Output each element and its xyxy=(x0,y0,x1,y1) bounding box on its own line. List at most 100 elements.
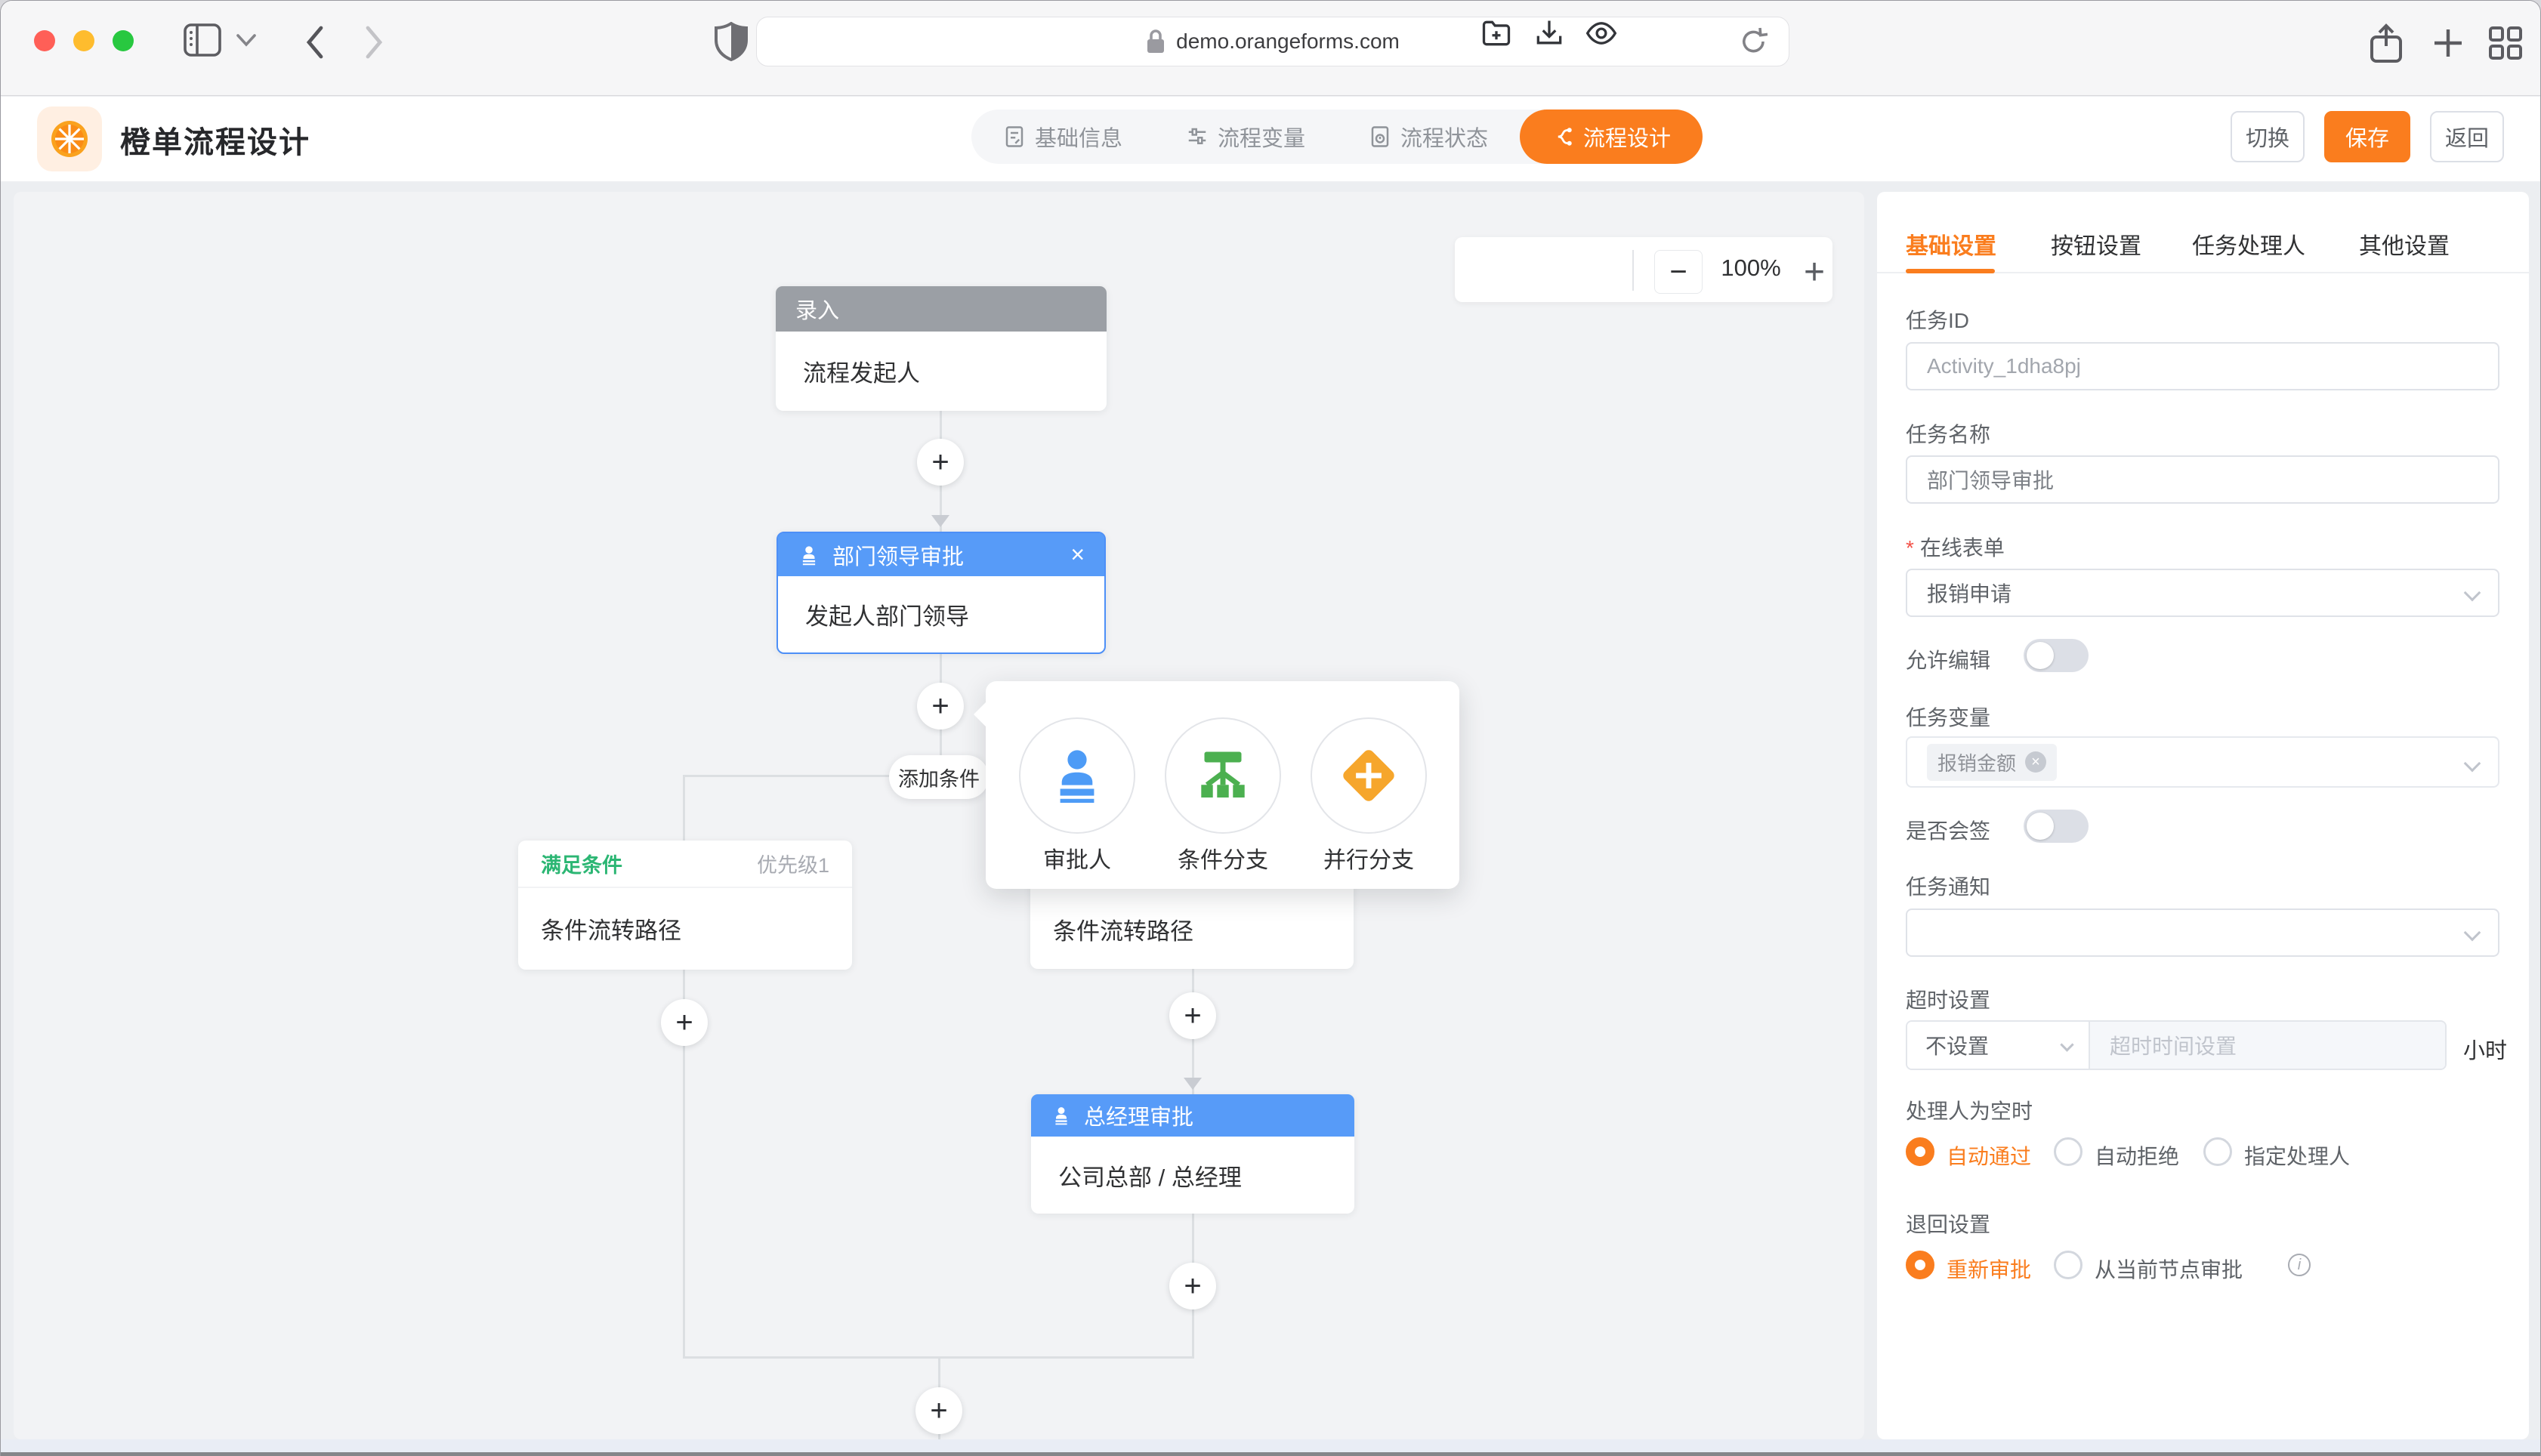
address-bar[interactable]: demo.orangeforms.com xyxy=(756,17,1789,66)
node-gm-approval[interactable]: 总经理审批 公司总部 / 总经理 xyxy=(1031,1094,1354,1214)
plus-icon: + xyxy=(931,691,949,721)
tab-other-settings[interactable]: 其他设置 xyxy=(2359,227,2450,261)
radio-auto-approve-label[interactable]: 自动通过 xyxy=(1947,1140,2031,1171)
node-start-body: 流程发起人 xyxy=(776,332,1107,411)
traffic-minimize-button[interactable] xyxy=(73,30,94,51)
info-icon[interactable]: i xyxy=(2288,1254,2311,1276)
save-button[interactable]: 保存 xyxy=(2324,111,2410,162)
app-logo xyxy=(37,106,102,171)
add-node-button[interactable]: + xyxy=(1169,1263,1216,1309)
radio-assign-handler[interactable] xyxy=(2203,1137,2232,1166)
tab-basic-settings[interactable]: 基础设置 xyxy=(1906,227,1996,261)
required-mark: * xyxy=(1906,536,1914,560)
timeout-value-input[interactable]: 超时时间设置 xyxy=(2090,1022,2445,1069)
minus-icon: − xyxy=(1669,255,1687,289)
tab-process-design[interactable]: 流程设计 xyxy=(1520,110,1703,164)
tab-basic-info[interactable]: 基础信息 xyxy=(971,110,1154,164)
tab-task-handler[interactable]: 任务处理人 xyxy=(2192,227,2305,261)
workflow-nav-tabs: 基础信息 流程变量 流程状态 流程设计 xyxy=(971,110,1606,164)
forward-button[interactable] xyxy=(362,23,387,61)
tab-button-settings[interactable]: 按钮设置 xyxy=(2051,227,2141,261)
tab-process-variables[interactable]: 流程变量 xyxy=(1154,110,1337,164)
zoom-out-button[interactable]: − xyxy=(1654,250,1703,294)
tab-process-status[interactable]: 流程状态 xyxy=(1337,110,1520,164)
zoom-in-button[interactable]: + xyxy=(1795,250,1833,294)
timeout-group: 不设置 超时时间设置 xyxy=(1906,1020,2447,1070)
priority-label: 优先级1 xyxy=(757,849,829,878)
radio-re-approve-label[interactable]: 重新审批 xyxy=(1947,1254,2031,1284)
timeout-mode-select[interactable]: 不设置 xyxy=(1907,1022,2090,1069)
add-node-button[interactable]: + xyxy=(1169,992,1216,1039)
allow-edit-label: 允许编辑 xyxy=(1906,644,1990,674)
radio-from-current-node-label[interactable]: 从当前节点审批 xyxy=(2095,1254,2243,1284)
node-title: 总经理审批 xyxy=(1084,1100,1193,1131)
popup-conditional-branch-button[interactable] xyxy=(1165,717,1281,834)
add-node-button[interactable]: + xyxy=(915,1387,962,1434)
node-gm-approval-header: 总经理审批 xyxy=(1031,1094,1354,1137)
arrow-down-icon xyxy=(931,515,949,527)
task-name-input[interactable]: 部门领导审批 xyxy=(1906,455,2499,504)
parallel-branch-icon xyxy=(1334,741,1403,810)
back-to-list-button[interactable]: 返回 xyxy=(2430,111,2504,162)
popup-parallel-branch-button[interactable] xyxy=(1311,717,1427,834)
timeout-label: 超时设置 xyxy=(1906,984,1990,1014)
preview-eye-icon[interactable] xyxy=(1584,17,1617,50)
allow-edit-toggle[interactable] xyxy=(2024,639,2089,672)
download-icon[interactable] xyxy=(1533,17,1566,50)
privacy-shield-icon[interactable] xyxy=(715,22,748,61)
tab-label: 基础信息 xyxy=(1035,121,1122,153)
back-button[interactable] xyxy=(301,23,327,61)
sidebar-toggle-icon[interactable] xyxy=(184,23,221,57)
toggle-knob xyxy=(2027,642,2054,669)
node-dept-approval[interactable]: 部门领导审批 × 发起人部门领导 xyxy=(777,532,1106,654)
orange-logo-icon xyxy=(48,118,91,160)
url-text: demo.orangeforms.com xyxy=(1176,29,1400,54)
radio-from-current-node[interactable] xyxy=(2054,1251,2083,1279)
task-variable-label: 任务变量 xyxy=(1906,702,1990,732)
open-file-icon[interactable] xyxy=(1480,17,1513,50)
new-tab-icon[interactable] xyxy=(2431,26,2465,60)
radio-assign-handler-label[interactable]: 指定处理人 xyxy=(2244,1140,2350,1171)
add-node-button[interactable]: + xyxy=(917,683,964,730)
window-bottom-edge xyxy=(1,1452,2541,1456)
radio-auto-approve[interactable] xyxy=(1906,1137,1934,1166)
timeout-placeholder: 超时时间设置 xyxy=(2110,1030,2237,1060)
share-icon[interactable] xyxy=(2369,23,2404,64)
node-assignee: 公司总部 / 总经理 xyxy=(1058,1158,1242,1192)
switch-button[interactable]: 切换 xyxy=(2231,111,2305,162)
add-condition-tip[interactable]: 添加条件 xyxy=(889,755,989,799)
traffic-close-button[interactable] xyxy=(34,30,55,51)
approver-stamp-icon xyxy=(1051,1105,1072,1126)
tab-overview-icon[interactable] xyxy=(2487,25,2524,61)
traffic-zoom-button[interactable] xyxy=(113,30,134,51)
countersign-toggle[interactable] xyxy=(2024,810,2089,843)
node-condition-left-header: 满足条件 优先级1 xyxy=(518,841,852,888)
node-condition-right-body: 条件流转路径 xyxy=(1030,889,1354,969)
task-variable-select[interactable]: 报销金额 × xyxy=(1906,736,2499,788)
task-notify-select[interactable] xyxy=(1906,908,2499,957)
chevron-down-icon xyxy=(2464,585,2481,602)
sidebar-chevron-icon[interactable] xyxy=(236,34,256,48)
toolbar-divider xyxy=(1632,250,1634,291)
radio-auto-reject[interactable] xyxy=(2054,1137,2083,1166)
online-form-select[interactable]: 报销申请 xyxy=(1906,569,2499,617)
radio-re-approve[interactable] xyxy=(1906,1251,1934,1279)
node-condition-left-body: 条件流转路径 xyxy=(518,888,852,968)
reload-icon[interactable] xyxy=(1740,26,1768,57)
node-close-icon[interactable]: × xyxy=(1070,541,1085,569)
node-title: 部门领导审批 xyxy=(832,539,964,571)
arrow-down-icon xyxy=(1184,1078,1202,1090)
task-id-input[interactable]: Activity_1dha8pj xyxy=(1906,342,2499,390)
node-condition-left[interactable]: 满足条件 优先级1 条件流转路径 xyxy=(518,841,852,970)
task-name-label: 任务名称 xyxy=(1906,418,1990,449)
connector-line xyxy=(683,775,685,841)
add-node-button[interactable]: + xyxy=(917,439,964,486)
tag-remove-icon[interactable]: × xyxy=(2025,751,2046,773)
plus-icon: + xyxy=(1184,1271,1201,1301)
condition-state-label: 满足条件 xyxy=(541,849,622,878)
popup-approver-button[interactable] xyxy=(1019,717,1135,834)
add-node-button[interactable]: + xyxy=(661,999,708,1046)
radio-auto-reject-label[interactable]: 自动拒绝 xyxy=(2095,1140,2179,1171)
node-start[interactable]: 录入 流程发起人 xyxy=(776,286,1107,411)
plus-icon: + xyxy=(675,1007,693,1038)
